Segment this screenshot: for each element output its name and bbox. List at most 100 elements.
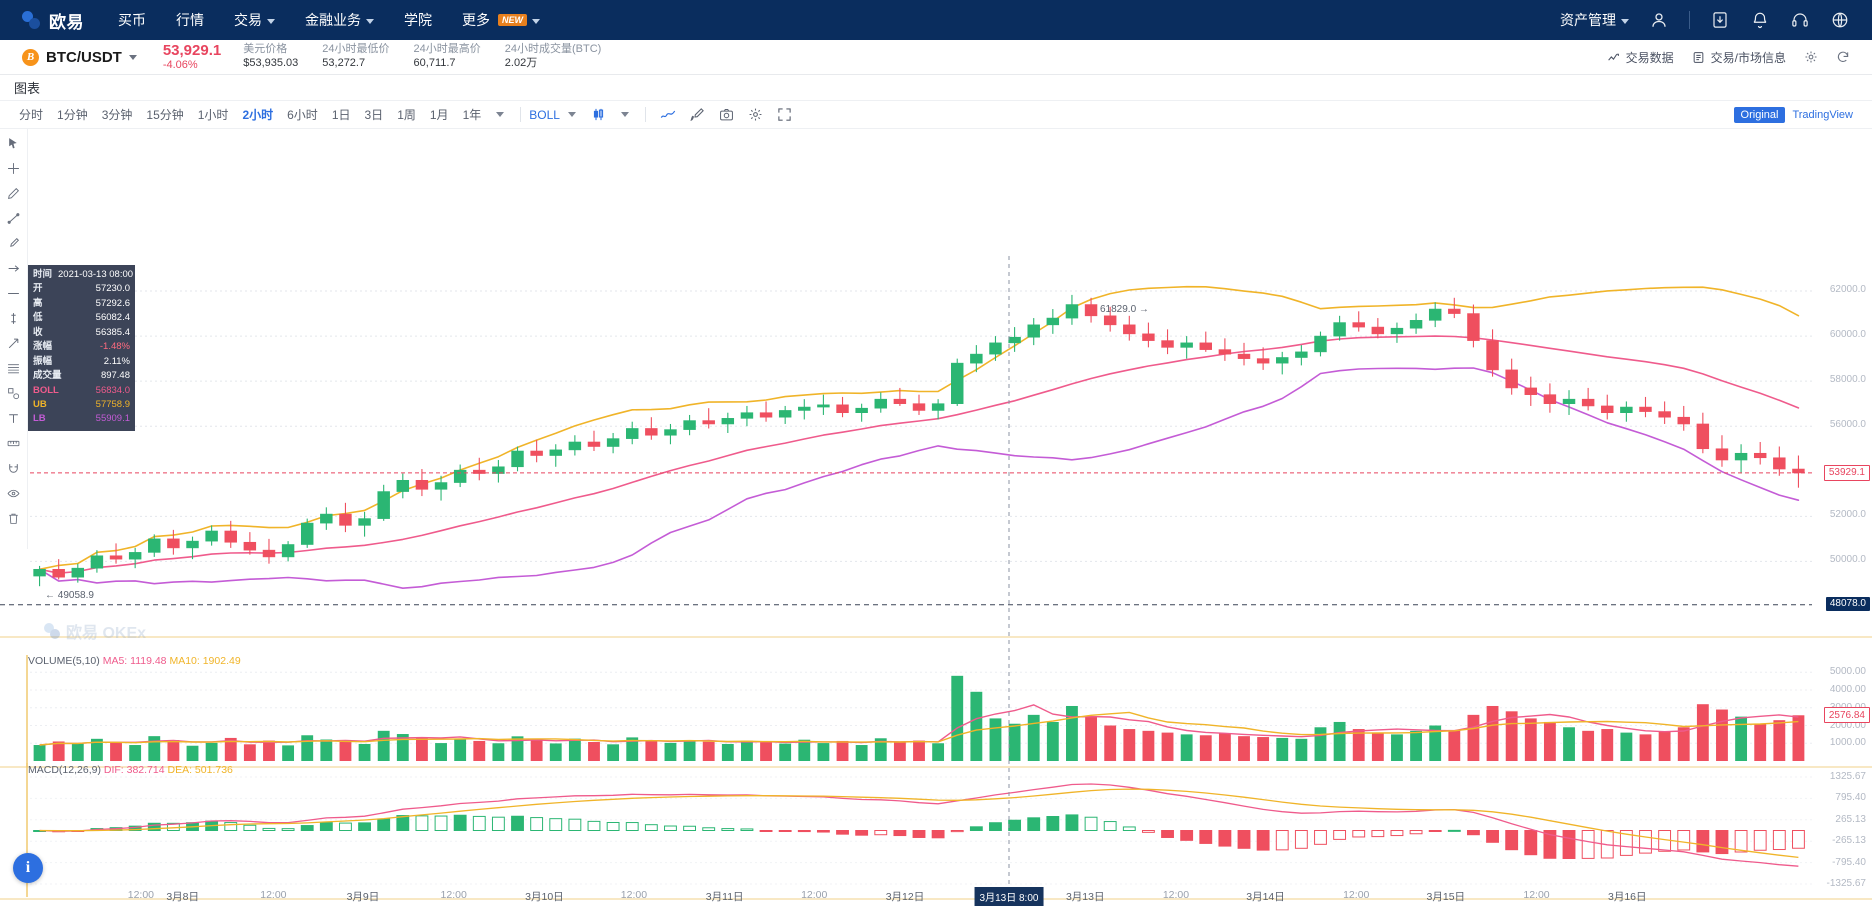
headset-icon[interactable]	[1790, 10, 1810, 30]
chevron-down-icon	[267, 18, 275, 24]
nav-item-finance[interactable]: 金融业务	[305, 10, 374, 30]
candle-type-icon[interactable]	[590, 106, 607, 123]
vertical-line-icon[interactable]	[6, 310, 22, 326]
bell-icon[interactable]	[1750, 10, 1770, 30]
volume-legend: VOLUME(5,10) MA5: 1119.48 MA10: 1902.49	[28, 655, 241, 667]
nav-item-label: 学院	[404, 12, 432, 28]
fib-icon[interactable]	[6, 360, 22, 376]
ohlc-tooltip: 时间 2021-03-13 08:00 开 57230.0 高 57292.6 低 56082…	[28, 265, 135, 431]
ohlc-value: -1.48%	[99, 341, 130, 353]
line-tool-icon[interactable]	[660, 106, 677, 123]
watermark: 欧易 OKEx	[44, 619, 146, 643]
time-axis-time-label: 12:00	[801, 889, 828, 901]
timeframe-2h[interactable]: 2小时	[235, 104, 280, 125]
price-axis-tick: 50000.0	[1829, 554, 1866, 566]
measure-icon[interactable]	[6, 435, 22, 451]
stat-24h-volume: 24小时成交量(BTC) 2.02万	[505, 43, 602, 71]
page-title: 图表	[14, 81, 41, 96]
macd-axis-tick: 795.40	[1835, 792, 1866, 804]
info-icon[interactable]: i	[13, 853, 43, 883]
volume-axis-tick: 1000.00	[1829, 737, 1866, 749]
time-axis-date-label: 3月11日	[705, 891, 744, 903]
globe-icon[interactable]	[1830, 10, 1850, 30]
ohlc-value: 2021-03-13 08:00	[58, 269, 134, 280]
arrow-icon[interactable]	[6, 335, 22, 351]
macd-axis-tick: 1325.67	[1829, 771, 1866, 782]
nav-item-markets[interactable]: 行情	[176, 10, 204, 30]
candle-type-chevron-icon[interactable]	[620, 112, 629, 117]
price-axis-tick: 62000.0	[1829, 284, 1866, 296]
ohlc-row: BOLL 56834.0	[33, 384, 130, 398]
trendline-icon[interactable]	[6, 210, 22, 226]
eye-icon[interactable]	[6, 485, 22, 501]
pair-name: BTC/USDT	[46, 48, 122, 66]
brush-icon[interactable]	[689, 106, 706, 123]
ohlc-key: 收	[33, 326, 43, 338]
timeframe-1m[interactable]: 1分钟	[50, 104, 95, 125]
document-icon	[1692, 50, 1706, 64]
nav-item-asset-management[interactable]: 资产管理	[1560, 10, 1629, 30]
refresh-icon[interactable]	[1836, 50, 1850, 64]
trade-data-button[interactable]: 交易数据	[1607, 49, 1674, 66]
market-info-button[interactable]: 交易/市场信息	[1692, 49, 1786, 66]
shapes-icon[interactable]	[6, 385, 22, 401]
pencil-icon[interactable]	[6, 185, 22, 201]
volume-legend-name: VOLUME(5,10)	[28, 655, 100, 667]
time-axis-time-label: 12:00	[260, 889, 287, 901]
gear-icon[interactable]	[1804, 50, 1818, 64]
tab-tradingview[interactable]: TradingView	[1785, 107, 1860, 123]
chart-source-tabs: Original TradingView	[1733, 106, 1860, 123]
timeframe-1w[interactable]: 1周	[390, 104, 423, 125]
macd-legend: MACD(12,26,9) DIF: 382.714 DEA: 501.736	[28, 764, 233, 776]
timeframe-3d[interactable]: 3日	[358, 104, 391, 125]
brush-icon[interactable]	[6, 235, 22, 251]
ohlc-value: 56385.4	[95, 326, 130, 338]
indicator-selector[interactable]: BOLL	[529, 108, 560, 122]
settings-icon[interactable]	[747, 106, 764, 123]
ray-icon[interactable]	[6, 260, 22, 276]
ohlc-row: 成交量 897.48	[33, 369, 130, 383]
text-icon[interactable]	[6, 410, 22, 426]
timeframe-1h[interactable]: 1小时	[191, 104, 236, 125]
timeframe-more-chevron-icon[interactable]	[496, 112, 505, 117]
ohlc-key: 高	[33, 297, 43, 309]
stat-usd-price: 美元价格 $53,935.03	[243, 43, 298, 71]
nav-item-academy[interactable]: 学院	[404, 10, 432, 30]
pair-selector[interactable]: B BTC/USDT	[22, 48, 137, 66]
cursor-icon[interactable]	[6, 135, 22, 151]
horizontal-line-icon[interactable]	[6, 285, 22, 301]
magnet-icon[interactable]	[6, 460, 22, 476]
time-axis-date-label: 3月12日	[885, 891, 925, 903]
fullscreen-icon[interactable]	[776, 106, 793, 123]
trash-icon[interactable]	[6, 510, 22, 526]
timeframe-15m[interactable]: 15分钟	[139, 104, 190, 125]
timeframe-6h[interactable]: 6小时	[280, 104, 325, 125]
macd-axis-tick: -795.40	[1832, 856, 1866, 868]
camera-icon[interactable]	[718, 106, 735, 123]
timeframe-1y[interactable]: 1年	[456, 104, 489, 125]
indicator-chevron-icon[interactable]	[567, 112, 576, 117]
nav-item-trade[interactable]: 交易	[234, 10, 275, 30]
timeframe-1mo[interactable]: 1月	[423, 104, 456, 125]
chevron-down-icon	[128, 54, 137, 60]
timeframe-fenshi[interactable]: 分时	[12, 104, 50, 125]
nav-item-buy[interactable]: 买币	[118, 10, 146, 30]
timeframe-3m[interactable]: 3分钟	[95, 104, 140, 125]
nav-item-label: 资产管理	[1560, 12, 1616, 28]
volume-current-tag: 2576.84	[1823, 707, 1870, 724]
nav-item-more[interactable]: 更多 NEW	[462, 10, 540, 30]
toolbar-divider	[520, 107, 522, 122]
timeframe-1d[interactable]: 1日	[325, 104, 358, 125]
crosshair-icon[interactable]	[6, 160, 22, 176]
price-axis[interactable]: 62000.0 60000.0 58000.0 56000.0 52000.0 50000…	[1804, 129, 1872, 909]
time-axis[interactable]: 12:00 3月8日 12:00 3月9日 12:00 3月10日 12:00 3月11日 12…	[0, 883, 1872, 909]
chart-canvas[interactable]	[0, 129, 1872, 909]
price-axis-tick: 60000.0	[1829, 329, 1866, 341]
tab-original[interactable]: Original	[1733, 106, 1786, 123]
brand-name: 欧易	[49, 12, 84, 32]
time-axis-time-label: 12:00	[127, 889, 155, 901]
brand-logo-group[interactable]: 欧易	[22, 8, 84, 33]
ohlc-row: 开 57230.0	[33, 282, 130, 296]
download-icon[interactable]	[1710, 10, 1730, 30]
user-icon[interactable]	[1649, 10, 1669, 30]
